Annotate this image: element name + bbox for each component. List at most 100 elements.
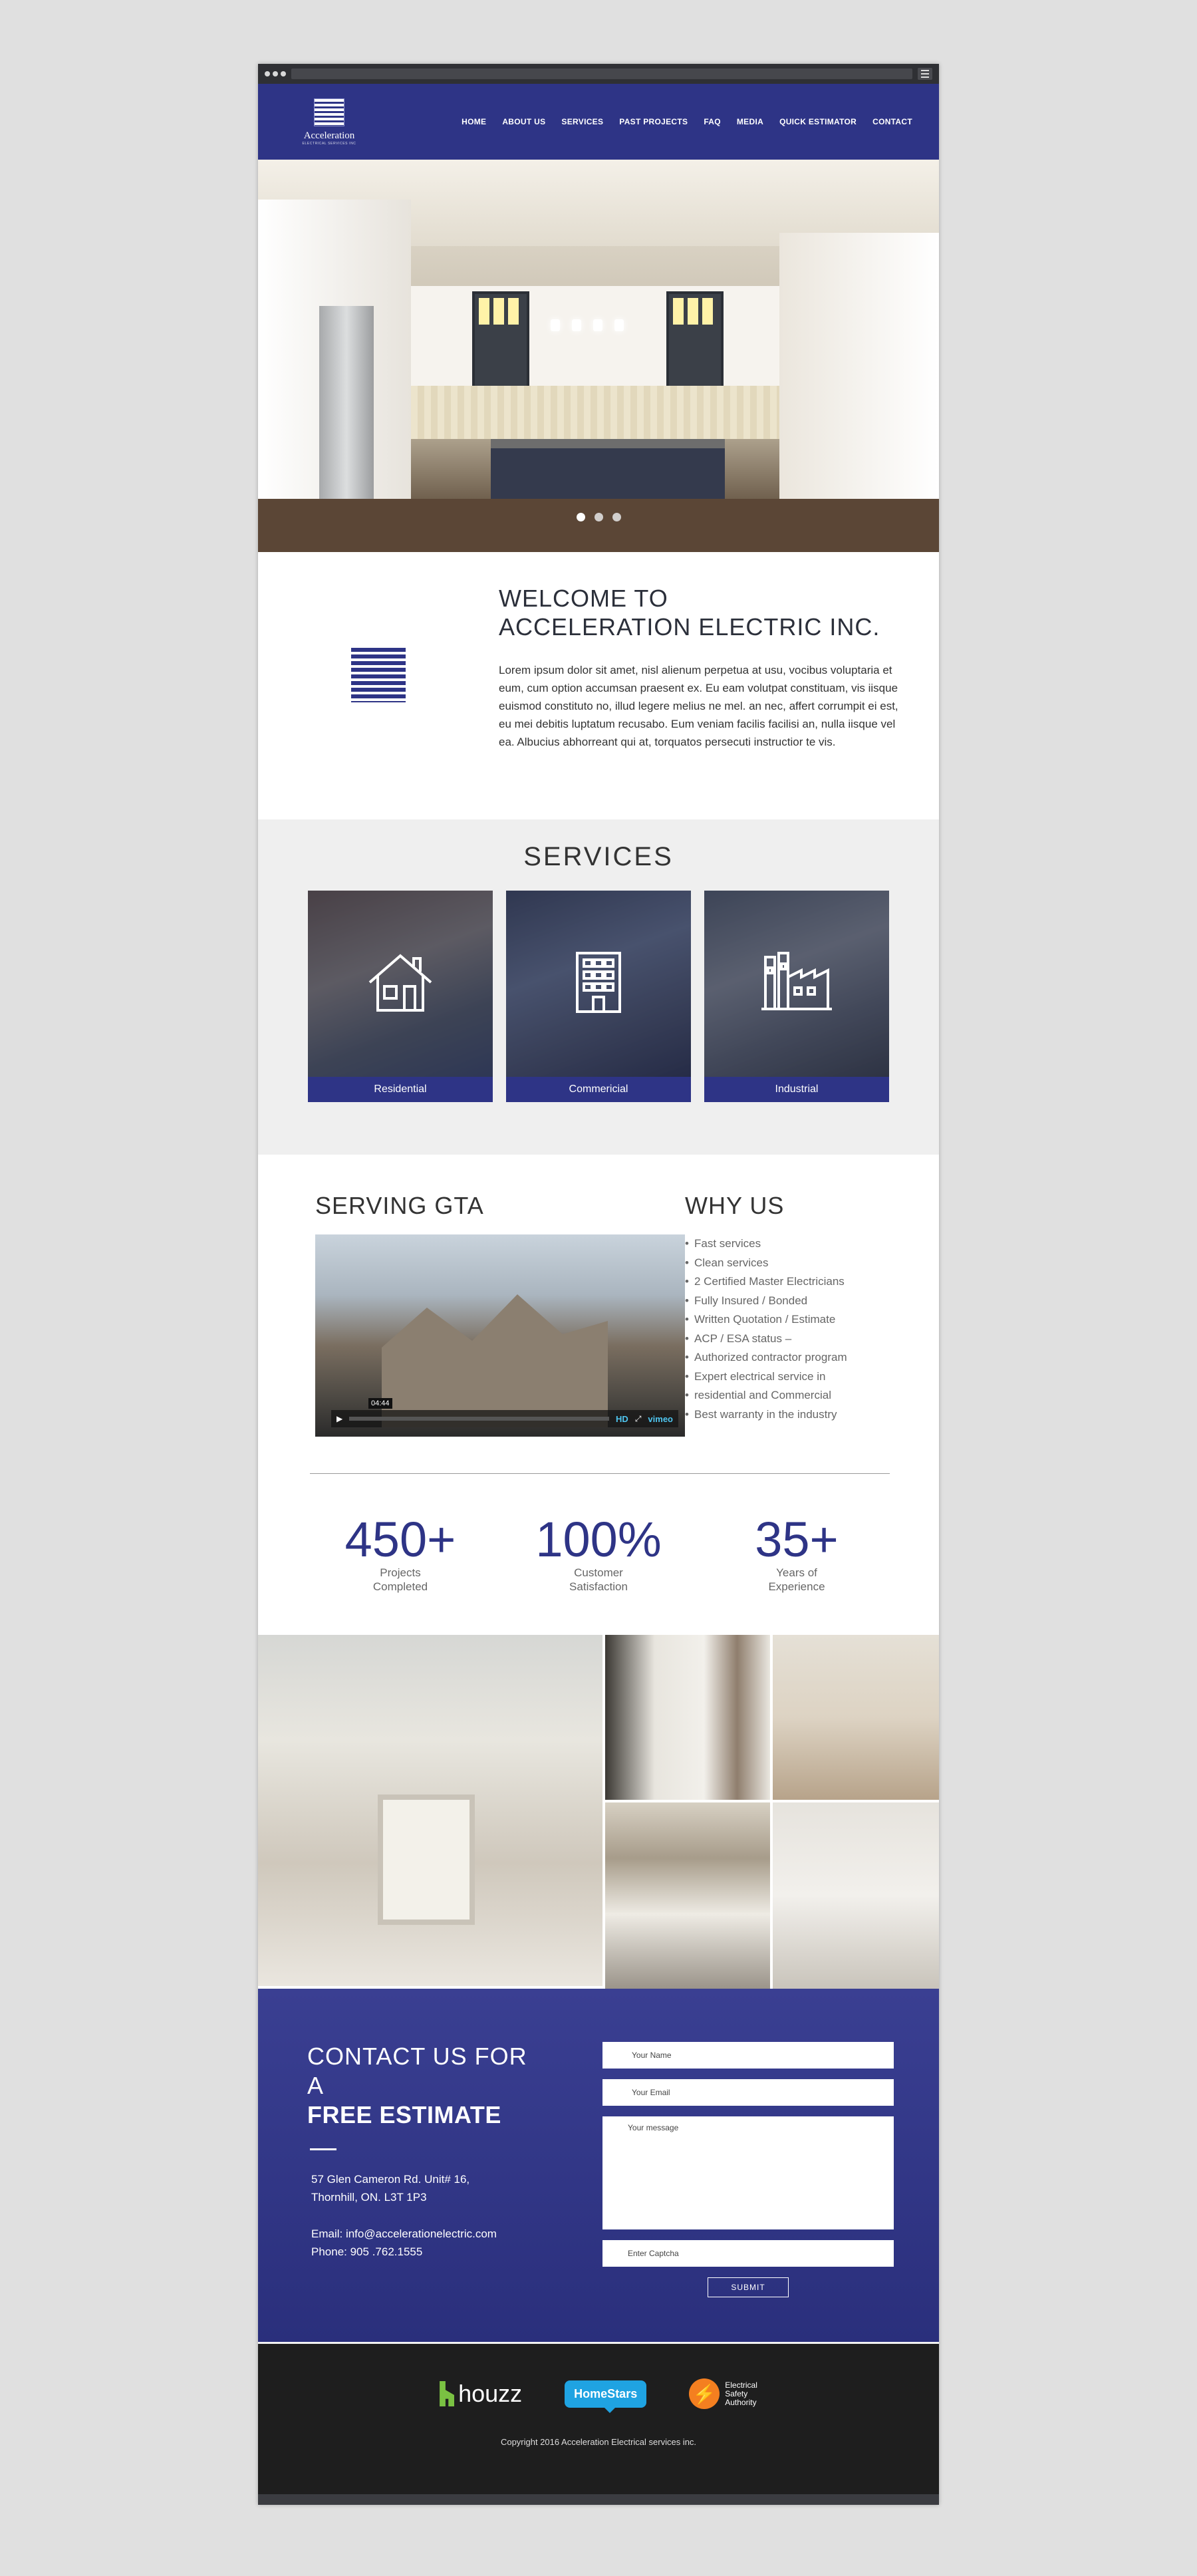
contact-email[interactable]: Email: info@accelerationelectric.com [307,2225,547,2243]
why-us: WHY US Fast services Clean services 2 Ce… [685,1192,891,1437]
main-menu: HOME ABOUT US SERVICES PAST PROJECTS FAQ… [462,117,912,126]
vimeo-logo[interactable]: vimeo [648,1414,673,1424]
section-divider [310,1473,890,1474]
service-card-industrial[interactable]: Industrial [704,891,889,1102]
gallery-image[interactable] [605,1802,770,1989]
contact-subheading: FREE ESTIMATE [307,2101,501,2128]
esa-text: Electrical [725,2380,757,2390]
name-input[interactable]: Your Name [602,2042,894,2069]
why-item: Written Quotation / Estimate [685,1310,891,1330]
logo-mark-icon [314,98,344,126]
gallery-image[interactable] [605,1635,770,1800]
message-textarea[interactable]: Your message [602,2116,894,2229]
company-mark-icon [351,648,406,702]
nav-services[interactable]: SERVICES [561,117,603,126]
slider-dots [258,513,939,521]
company-name: ACCELERATION ELECTRIC INC. [499,613,880,641]
factory-icon [704,950,889,1010]
nav-media[interactable]: MEDIA [737,117,763,126]
play-icon[interactable]: ▶ [336,1414,342,1423]
hero-slider [258,160,939,552]
why-item: ACP / ESA status – [685,1330,891,1349]
services-section: SERVICES Residential Commericial Industr… [258,819,939,1155]
welcome-body: Lorem ipsum dolor sit amet, nisl alienum… [499,664,898,748]
contact-phone[interactable]: Phone: 905 .762.1555 [307,2243,547,2261]
logo-tagline: ELECTRICAL SERVICES INC [302,141,356,146]
site-logo[interactable]: Acceleration ELECTRICAL SERVICES INC [293,98,366,146]
welcome-section: WELCOME TO ACCELERATION ELECTRIC INC. Lo… [258,552,939,819]
esa-logo[interactable]: Electrical Safety Authority [689,2378,757,2409]
service-label: Residential [308,1077,493,1102]
esa-text: Authority [725,2397,757,2407]
gallery-image[interactable] [773,1635,939,1800]
stat-value: 100% [535,1512,662,1567]
slider-dot-3[interactable] [612,513,621,521]
homestars-logo[interactable]: HomeStars [565,2380,647,2413]
why-item: Clean services [685,1254,891,1273]
email-input[interactable]: Your Email [602,2079,894,2106]
why-item-continued: Authorized contractor program [685,1348,891,1367]
browser-menu-icon[interactable] [918,68,932,80]
houzz-icon [440,2381,455,2406]
browser-window: Acceleration ELECTRICAL SERVICES INC HOM… [258,64,939,2505]
address-bar[interactable] [291,69,912,79]
stats-section: 450+ Projects Completed 100% Customer Sa… [258,1474,939,1635]
why-us-title: WHY US [685,1192,785,1219]
slider-dot-1[interactable] [576,513,585,521]
logo-name: Acceleration [303,130,355,141]
why-item: Expert electrical service in [685,1367,891,1387]
nav-quick-estimator[interactable]: QUICK ESTIMATOR [779,117,857,126]
stat-label: Experience [768,1580,825,1593]
video-progress[interactable] [349,1417,610,1421]
stat-label: Projects [380,1566,421,1579]
esa-text: Safety [725,2388,748,2398]
stat-value: 450+ [344,1512,456,1567]
houzz-wordmark: houzz [458,2380,523,2407]
service-label: Industrial [704,1077,889,1102]
estimate-form: Your Name Your Email Your message Enter … [602,2042,894,2342]
submit-button[interactable]: SUBMIT [708,2277,789,2297]
video-duration: 04:44 [368,1398,392,1409]
service-label: Commericial [506,1077,691,1102]
captcha-input[interactable]: Enter Captcha [602,2240,894,2267]
why-item: 2 Certified Master Electricians [685,1272,891,1292]
nav-past-projects[interactable]: PAST PROJECTS [619,117,688,126]
address-line: 57 Glen Cameron Rd. Unit# 16, [311,2173,470,2186]
heading-underline [310,2148,336,2150]
stat-projects: 450+ Projects Completed [301,1514,499,1635]
stat-label: Satisfaction [569,1580,628,1593]
address-line: Thornhill, ON. L3T 1P3 [311,2191,427,2204]
houzz-logo[interactable]: houzz [440,2380,522,2408]
house-icon [308,950,493,1014]
serving-title: SERVING GTA [315,1192,484,1219]
service-card-commercial[interactable]: Commericial [506,891,691,1102]
gallery-image[interactable] [773,1802,939,1989]
service-card-residential[interactable]: Residential [308,891,493,1102]
why-item-continued: residential and Commercial [685,1386,891,1405]
services-title: SERVICES [523,842,674,871]
site-header: Acceleration ELECTRICAL SERVICES INC HOM… [258,84,939,160]
window-controls[interactable] [265,71,286,76]
video-player[interactable]: 04:44 ▶ HD ⤢ vimeo [315,1234,685,1437]
stat-label: Years of [776,1566,817,1579]
nav-home[interactable]: HOME [462,117,486,126]
why-item: Best warranty in the industry [685,1405,891,1425]
office-building-icon [506,950,691,1014]
video-controls: ▶ HD ⤢ vimeo [331,1410,678,1427]
contact-heading: CONTACT US FOR A [307,2043,527,2099]
stat-label: Customer [574,1566,623,1579]
slider-dot-2[interactable] [594,513,603,521]
nav-about-us[interactable]: ABOUT US [502,117,545,126]
stat-experience: 35+ Years of Experience [698,1514,896,1635]
browser-chrome [258,64,939,84]
nav-faq[interactable]: FAQ [704,117,721,126]
why-item: Fully Insured / Bonded [685,1292,891,1311]
fullscreen-icon[interactable]: ⤢ [635,1414,642,1424]
site-footer: houzz HomeStars Electrical Safety Author… [258,2344,939,2495]
stat-value: 35+ [755,1512,839,1567]
welcome-heading: WELCOME TO [499,585,668,612]
nav-contact[interactable]: CONTACT [872,117,912,126]
why-item: Fast services [685,1234,891,1254]
hd-badge[interactable]: HD [616,1414,628,1424]
gallery-image[interactable] [258,1635,602,1986]
